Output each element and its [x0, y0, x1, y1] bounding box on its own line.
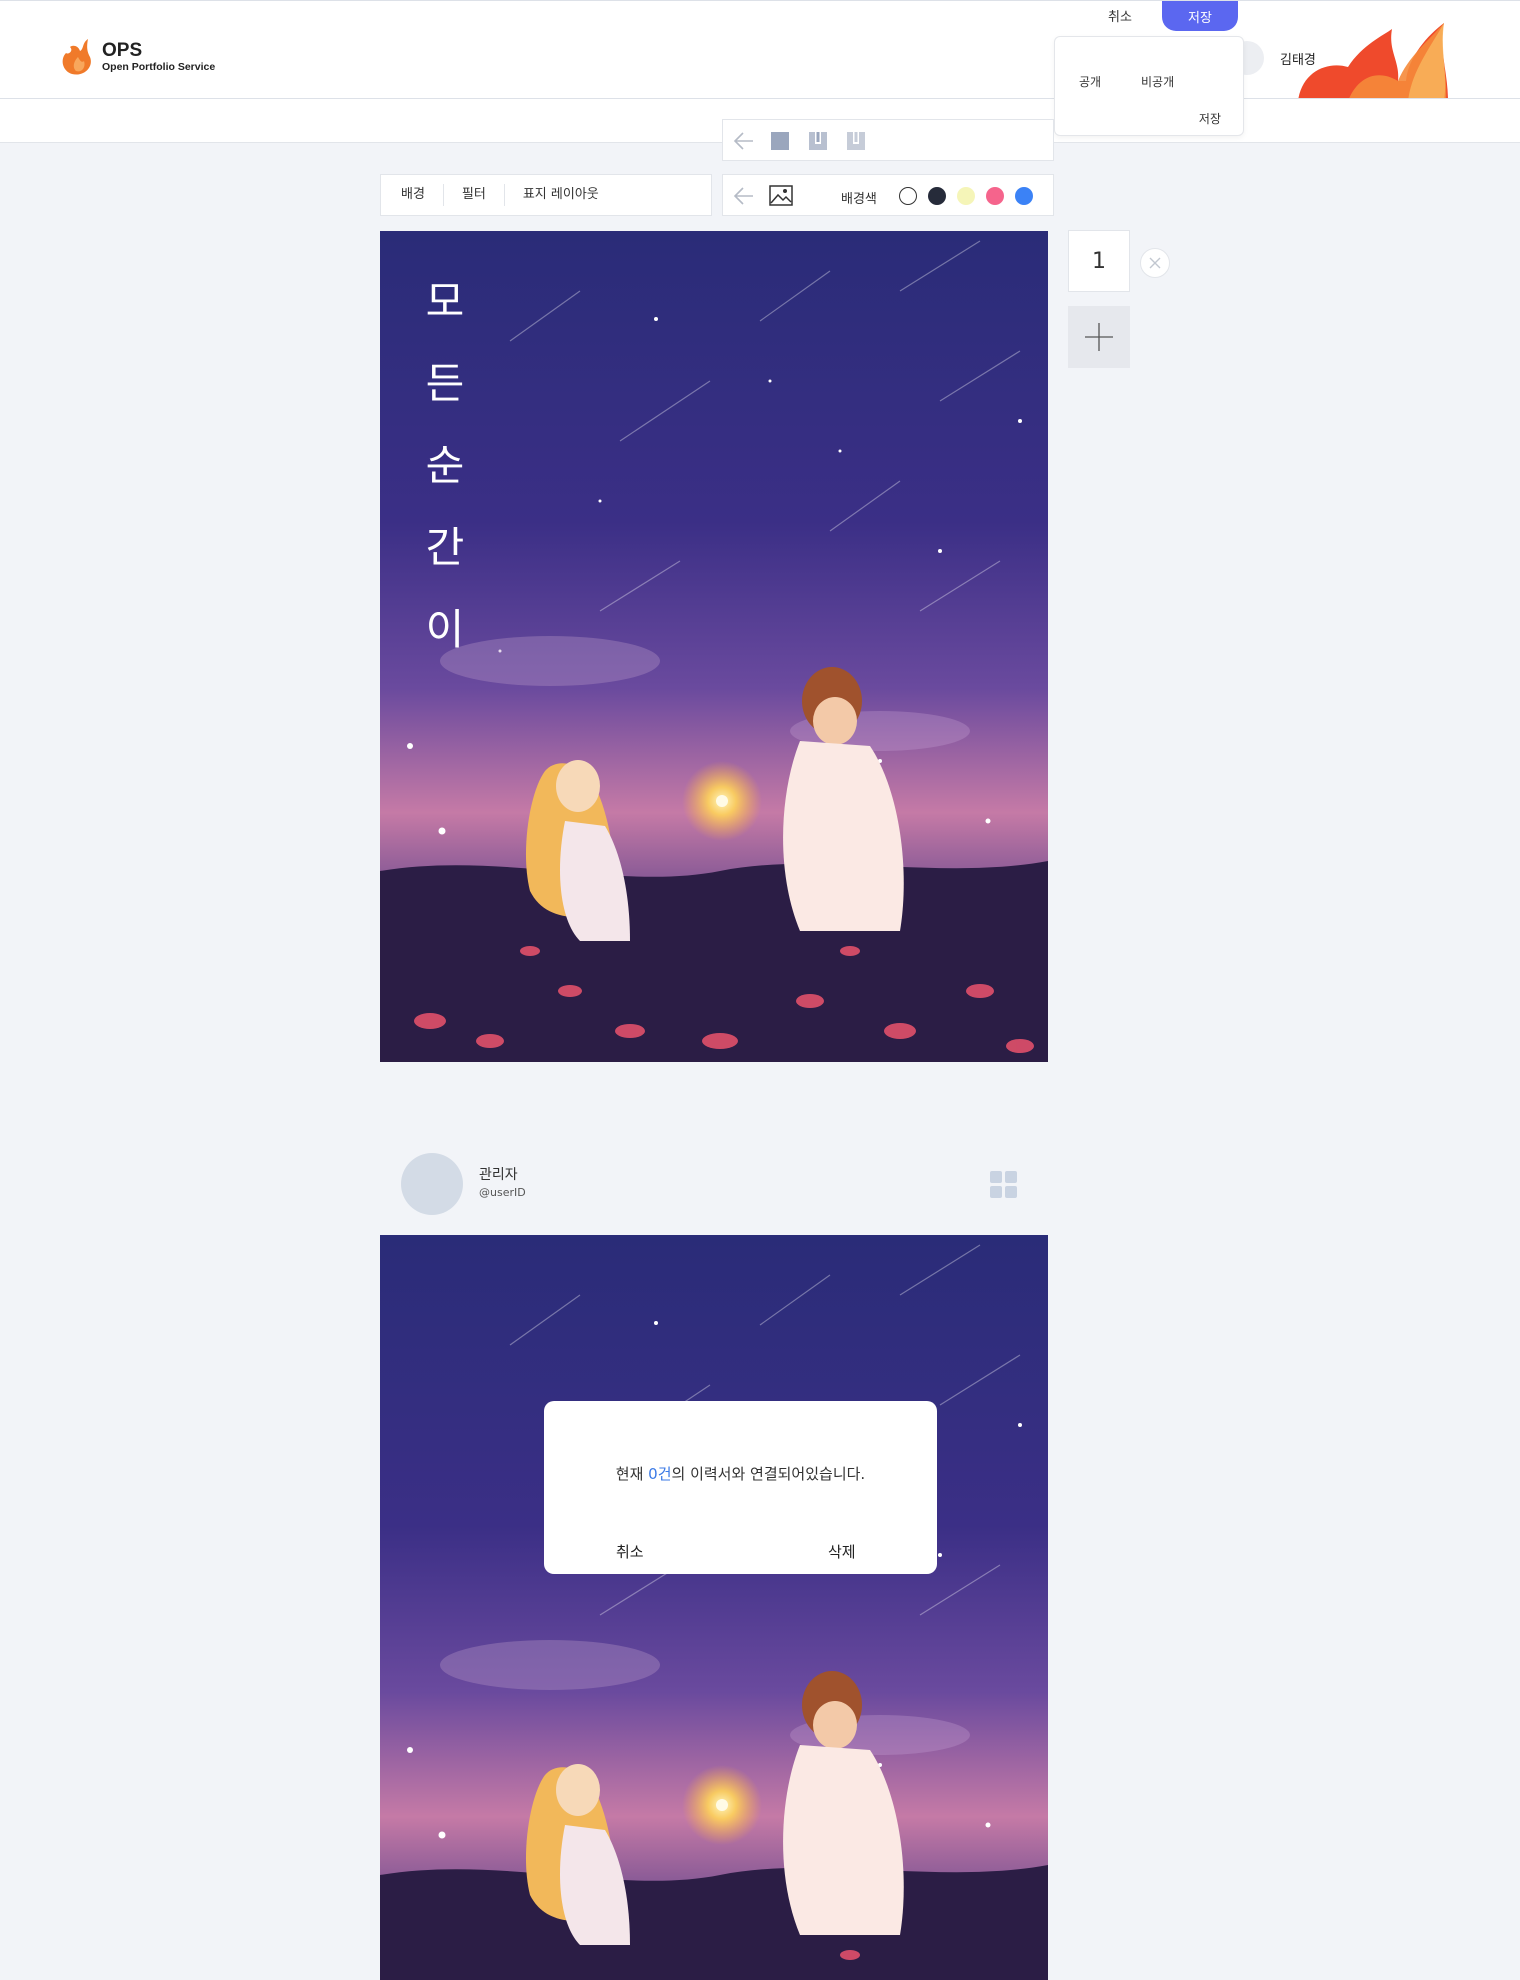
modal-message-suffix: 의 이력서와 연결되어있습니다.: [671, 1465, 866, 1483]
cover-title-char: 순: [425, 441, 465, 490]
private-option[interactable]: 비공개: [1141, 73, 1174, 90]
back-arrow-icon[interactable]: [733, 131, 755, 151]
modal-cancel-button[interactable]: 취소: [616, 1541, 644, 1562]
visibility-dropdown: 공개 비공개 저장: [1054, 36, 1244, 136]
layout-bottom-icon[interactable]: [847, 132, 865, 150]
swatch-navy[interactable]: [928, 187, 946, 205]
profile-avatar[interactable]: [401, 1153, 463, 1215]
layout-toolbar: [722, 119, 1054, 161]
back-arrow-icon[interactable]: [733, 186, 755, 206]
top-save-button[interactable]: 저장: [1162, 1, 1238, 31]
public-option[interactable]: 공개: [1079, 73, 1101, 90]
modal-delete-button[interactable]: 삭제: [828, 1541, 856, 1562]
logo-title: OPS: [102, 40, 143, 62]
cover-title-vertical[interactable]: 모 든 순 간 이: [420, 261, 470, 671]
add-page-button[interactable]: [1068, 306, 1130, 368]
cover-title-char: 모: [425, 277, 465, 326]
portfolio-cover-image: [380, 1235, 1048, 1980]
swatch-white[interactable]: [899, 187, 917, 205]
flame-logo-icon: [62, 39, 91, 75]
background-toolbar: 배경색: [722, 174, 1054, 216]
remove-page-button[interactable]: [1140, 248, 1170, 278]
flame-decoration-icon: [1298, 23, 1448, 98]
night-sky-illustration: [380, 231, 1048, 1062]
top-header: OPS Open Portfolio Service 김태경 취소 저장: [0, 0, 1520, 99]
image-icon[interactable]: [769, 185, 793, 206]
grid-view-icon[interactable]: [990, 1171, 1018, 1199]
dropdown-save-button[interactable]: 저장: [1199, 110, 1221, 127]
linked-resume-modal: 현재 0건의 이력서와 연결되어있습니다. 취소 삭제: [544, 1401, 937, 1574]
profile-user-id: @userID: [479, 1186, 526, 1199]
cover-title-char: 든: [425, 359, 465, 408]
night-sky-illustration: [380, 1235, 1048, 1980]
close-icon: [1149, 257, 1161, 269]
cover-preview[interactable]: 모 든 순 간 이: [380, 231, 1048, 1062]
plus-icon: [1085, 323, 1113, 351]
cover-title-char: 이: [425, 605, 465, 654]
logo-subtitle: Open Portfolio Service: [102, 61, 216, 74]
top-cancel-button[interactable]: 취소: [1108, 6, 1132, 25]
tab-background[interactable]: 배경: [401, 184, 443, 206]
layout-full-icon[interactable]: [771, 132, 789, 150]
modal-message-prefix: 현재: [615, 1465, 649, 1483]
page-number-thumb[interactable]: 1: [1068, 230, 1130, 292]
swatch-pink[interactable]: [986, 187, 1004, 205]
profile-name: 관리자: [479, 1167, 518, 1183]
cover-title-char: 간: [425, 523, 465, 572]
background-color-label: 배경색: [841, 192, 877, 207]
layout-split-icon[interactable]: [809, 132, 827, 150]
tab-cover-layout[interactable]: 표지 레이아웃: [503, 184, 617, 206]
tab-filter[interactable]: 필터: [442, 184, 504, 206]
logo[interactable]: OPS Open Portfolio Service: [58, 37, 215, 77]
swatch-yellow[interactable]: [957, 187, 975, 205]
modal-message: 현재 0건의 이력서와 연결되어있습니다.: [544, 1463, 937, 1484]
swatch-blue[interactable]: [1015, 187, 1033, 205]
linked-count: 0건: [648, 1465, 672, 1483]
editor-tab-bar: 배경 필터 표지 레이아웃: [380, 174, 712, 216]
